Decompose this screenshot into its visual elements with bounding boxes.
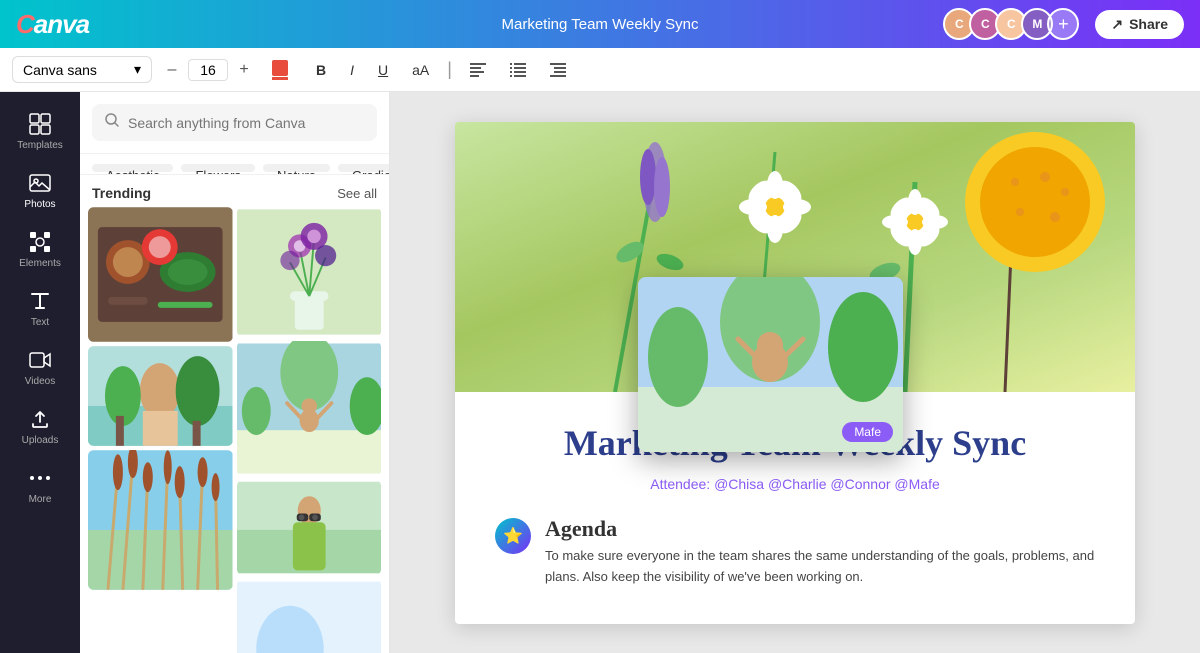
- trending-title: Trending: [92, 185, 151, 201]
- photo-col-right: [237, 207, 382, 653]
- canva-logo: Canva: [16, 9, 89, 40]
- list-icon: [510, 63, 526, 77]
- attendee-label: Attendee:: [650, 476, 710, 492]
- photo-grid: [80, 207, 389, 653]
- search-input[interactable]: [128, 115, 365, 131]
- filter-aesthetic[interactable]: Aesthetic: [92, 164, 173, 172]
- font-size-control: – 16 +: [160, 58, 256, 82]
- share-icon: ↗: [1111, 16, 1123, 33]
- agenda-section: ⭐ Agenda To make sure everyone in the te…: [495, 516, 1095, 588]
- sidebar-item-templates[interactable]: Templates: [0, 104, 80, 159]
- photo-item-reeds[interactable]: [88, 450, 233, 590]
- attendee-names: @Chisa @Charlie @Connor @Mafe: [714, 476, 940, 492]
- sidebar-videos-label: Videos: [25, 376, 55, 387]
- document-title: Marketing Team Weekly Sync: [501, 16, 698, 33]
- photo-yoga-image: [237, 579, 382, 653]
- topbar-right-actions: C C C M + ↗ Share: [943, 8, 1184, 40]
- filter-gradients[interactable]: Gradients: [338, 164, 389, 172]
- photo-vase-flowers-image: [237, 207, 382, 337]
- text-case-button[interactable]: aA: [404, 58, 437, 82]
- photo-item-food[interactable]: [88, 207, 233, 342]
- trending-header: Trending See all: [80, 175, 389, 207]
- photo-item-yoga[interactable]: [237, 579, 382, 653]
- uploads-icon: [28, 407, 52, 431]
- color-indicator: [272, 60, 292, 80]
- photo-woman-sky-image: [237, 341, 382, 476]
- photo-item-woman-sky[interactable]: [237, 341, 382, 476]
- align-left-icon: [470, 63, 486, 77]
- agenda-text: To make sure everyone in the team shares…: [545, 546, 1095, 588]
- align-left-button[interactable]: [462, 59, 494, 81]
- photo-item-vase-flowers[interactable]: [237, 207, 382, 337]
- italic-button[interactable]: I: [342, 58, 362, 82]
- search-bar: [80, 92, 389, 154]
- photo-woman-plants-image: [88, 346, 233, 446]
- filter-flowers[interactable]: Flowers: [181, 164, 255, 172]
- sidebar-templates-label: Templates: [17, 140, 63, 151]
- photos-icon: [28, 171, 52, 195]
- font-size-decrease-button[interactable]: –: [160, 58, 184, 82]
- photo-food-image: [88, 207, 233, 342]
- filter-nature[interactable]: Nature: [263, 164, 330, 172]
- underline-button[interactable]: U: [370, 58, 396, 82]
- text-color-button[interactable]: [264, 56, 300, 84]
- filter-tags: Aesthetic Flowers Nature Gradients ›: [80, 154, 389, 175]
- share-button[interactable]: ↗ Share: [1095, 10, 1184, 39]
- font-size-increase-button[interactable]: +: [232, 58, 256, 82]
- photos-panel: Aesthetic Flowers Nature Gradients › Tre…: [80, 92, 390, 653]
- sidebar-text-label: Text: [31, 317, 49, 328]
- indent-icon: [550, 63, 566, 77]
- see-all-link[interactable]: See all: [337, 186, 377, 201]
- left-sidebar: Templates Photos: [0, 92, 80, 653]
- photo-reeds-image: [88, 450, 233, 590]
- photo-item-woman-plants[interactable]: [88, 346, 233, 446]
- main-layout: Templates Photos: [0, 92, 1200, 653]
- agenda-title: Agenda: [545, 516, 1095, 542]
- slide-attendee: Attendee: @Chisa @Charlie @Connor @Mafe: [495, 476, 1095, 492]
- formatting-toolbar: Canva sans ▾ – 16 + B I U aA |: [0, 48, 1200, 92]
- sidebar-photos-label: Photos: [24, 199, 55, 210]
- sidebar-uploads-label: Uploads: [22, 435, 59, 446]
- toolbar-divider: |: [445, 59, 454, 80]
- font-family-select[interactable]: Canva sans ▾: [12, 56, 152, 83]
- sidebar-item-text[interactable]: Text: [0, 281, 80, 336]
- top-bar: Canva Marketing Team Weekly Sync C C C M…: [0, 0, 1200, 48]
- bold-button[interactable]: B: [308, 58, 334, 82]
- sidebar-item-uploads[interactable]: Uploads: [0, 399, 80, 454]
- sidebar-more-label: More: [29, 494, 52, 505]
- canvas-area[interactable]: Mafe: [390, 92, 1200, 653]
- photo-col-left: [88, 207, 233, 653]
- drag-overlay-photo[interactable]: Mafe: [638, 277, 903, 452]
- chevron-down-icon: ▾: [134, 61, 141, 78]
- agenda-icon: ⭐: [495, 518, 531, 554]
- agenda-body: Agenda To make sure everyone in the team…: [545, 516, 1095, 588]
- add-collaborator-button[interactable]: +: [1047, 8, 1079, 40]
- indent-button[interactable]: [542, 59, 574, 81]
- mafe-badge: Mafe: [842, 422, 893, 442]
- search-input-wrap[interactable]: [92, 104, 377, 141]
- videos-icon: [28, 348, 52, 372]
- list-button[interactable]: [502, 59, 534, 81]
- sidebar-elements-label: Elements: [19, 258, 61, 269]
- collaborator-avatars: C C C M +: [943, 8, 1079, 40]
- sidebar-item-elements[interactable]: Elements: [0, 222, 80, 277]
- font-size-value[interactable]: 16: [188, 59, 228, 81]
- text-icon: [28, 289, 52, 313]
- photo-item-binoculars[interactable]: [237, 480, 382, 575]
- more-icon: [28, 466, 52, 490]
- elements-icon: [28, 230, 52, 254]
- sidebar-item-videos[interactable]: Videos: [0, 340, 80, 395]
- search-icon: [104, 112, 120, 133]
- sidebar-item-more[interactable]: More: [0, 458, 80, 513]
- templates-icon: [28, 112, 52, 136]
- photo-binoculars-image: [237, 480, 382, 575]
- sidebar-item-photos[interactable]: Photos: [0, 163, 80, 218]
